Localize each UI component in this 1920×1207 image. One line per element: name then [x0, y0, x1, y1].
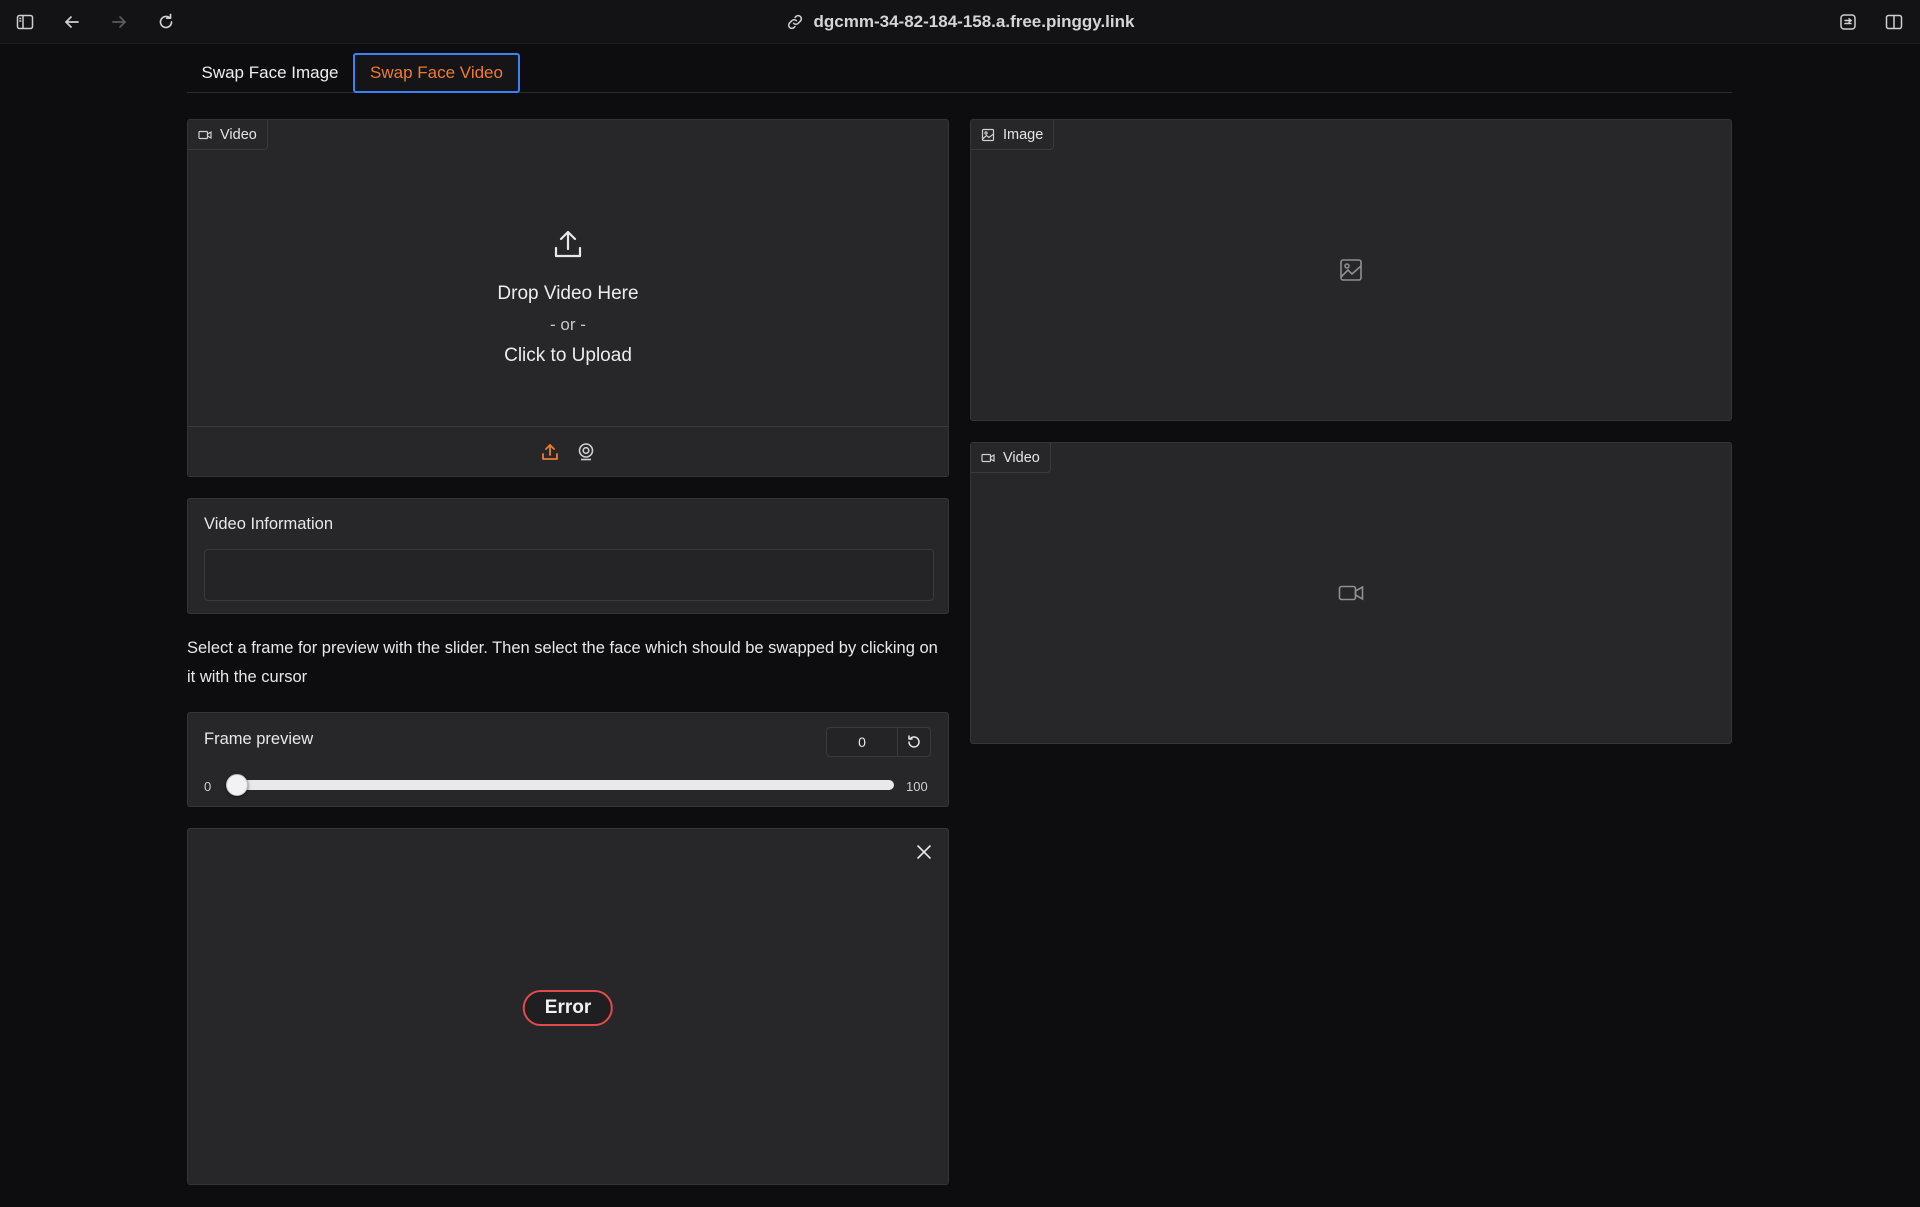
video-camera-icon: [198, 128, 212, 142]
sidebar-icon[interactable]: [12, 10, 38, 34]
frame-preview-label: Frame preview: [204, 730, 314, 748]
image-output-panel: Image: [970, 119, 1732, 421]
output-video-label: Video: [971, 443, 1051, 473]
image-label: Image: [971, 120, 1055, 150]
close-icon[interactable]: [912, 840, 936, 864]
frame-slider[interactable]: [226, 774, 894, 796]
upload-icon: [551, 228, 585, 267]
upload-source-toolbar: [188, 426, 948, 476]
video-camera-icon: [981, 451, 995, 465]
upload-source-icon[interactable]: [540, 442, 560, 462]
video-output-panel: Video: [970, 442, 1732, 744]
back-arrow-icon[interactable]: [59, 10, 85, 34]
url-text: dgcmm-34-82-184-158.a.free.pinggy.link: [813, 12, 1135, 31]
click-to-upload-text: Click to Upload: [504, 345, 632, 366]
split-view-icon[interactable]: [1881, 10, 1907, 34]
browser-toolbar: dgcmm-34-82-184-158.a.free.pinggy.link: [0, 0, 1920, 44]
drop-video-text: Drop Video Here: [497, 283, 639, 304]
video-label: Video: [188, 120, 268, 150]
frame-number-input[interactable]: [826, 727, 898, 757]
tab-bar: Swap Face Image Swap Face Video: [187, 53, 1732, 93]
reload-icon[interactable]: [153, 10, 179, 34]
tab-swap-face-video[interactable]: Swap Face Video: [353, 53, 520, 93]
video-drop-zone[interactable]: Drop Video Here - or - Click to Upload: [188, 150, 948, 445]
extension-icon[interactable]: [1835, 10, 1861, 34]
image-icon: [981, 128, 995, 142]
video-information-label: Video Information: [204, 515, 334, 533]
tab-swap-face-image[interactable]: Swap Face Image: [187, 53, 353, 93]
or-separator: - or -: [550, 315, 586, 334]
slider-max-label: 100: [906, 779, 928, 794]
webcam-icon[interactable]: [576, 442, 596, 462]
frame-preview-panel: Frame preview 0 100: [187, 712, 949, 807]
slider-thumb[interactable]: [226, 774, 248, 796]
address-bar[interactable]: dgcmm-34-82-184-158.a.free.pinggy.link: [760, 8, 1160, 36]
video-information-panel: Video Information: [187, 498, 949, 614]
video-information-field[interactable]: [204, 549, 934, 601]
link-icon: [786, 13, 804, 31]
reset-icon[interactable]: [897, 727, 931, 757]
video-placeholder-icon: [1338, 580, 1364, 606]
preview-error-panel: Error: [187, 828, 949, 1185]
image-placeholder-icon: [1338, 257, 1364, 283]
slider-min-label: 0: [204, 779, 212, 794]
error-badge: Error: [522, 990, 614, 1026]
video-upload-panel: Video Drop Video Here - or - Click to Up…: [187, 119, 949, 477]
forward-arrow-icon[interactable]: [106, 10, 132, 34]
frame-selection-instructions: Select a frame for preview with the slid…: [187, 639, 938, 686]
